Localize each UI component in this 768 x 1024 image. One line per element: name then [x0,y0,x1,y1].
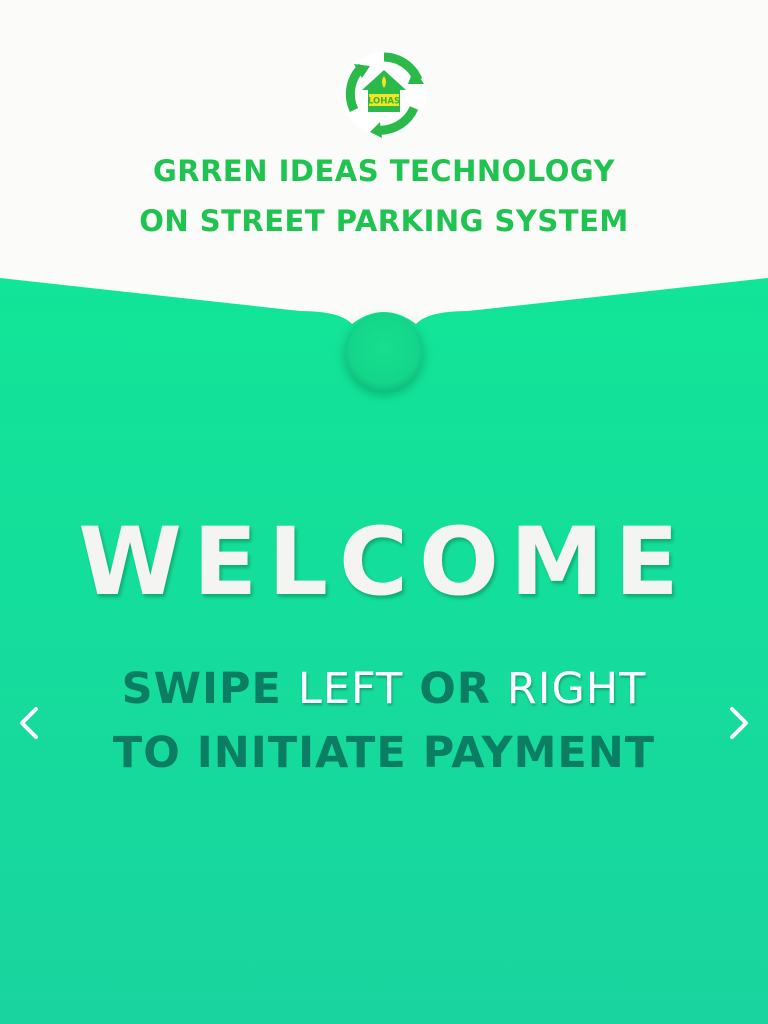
app-title-line-2: ON STREET PARKING SYSTEM [139,204,629,238]
right-word: RIGHT [506,664,647,714]
swipe-word: SWIPE [121,664,282,714]
instruction-line-2: TO INITIATE PAYMENT [112,728,656,778]
instruction-line-1: SWIPE LEFT OR RIGHT [0,664,768,714]
lohas-logo: LOHAS [342,52,426,138]
left-word: LEFT [297,664,404,714]
chevron-right-icon[interactable] [724,703,754,743]
logo-text: LOHAS [368,97,400,107]
chevron-left-icon[interactable] [14,703,44,743]
pull-knob[interactable] [345,313,423,391]
welcome-heading: WELCOME [78,508,690,617]
app-title-line-1: GRREN IDEAS TECHNOLOGY [152,154,616,188]
or-word: OR [419,664,491,714]
welcome-screen[interactable]: LOHAS GRREN IDEAS TECHNOLOGY ON STREET P… [0,0,768,1024]
